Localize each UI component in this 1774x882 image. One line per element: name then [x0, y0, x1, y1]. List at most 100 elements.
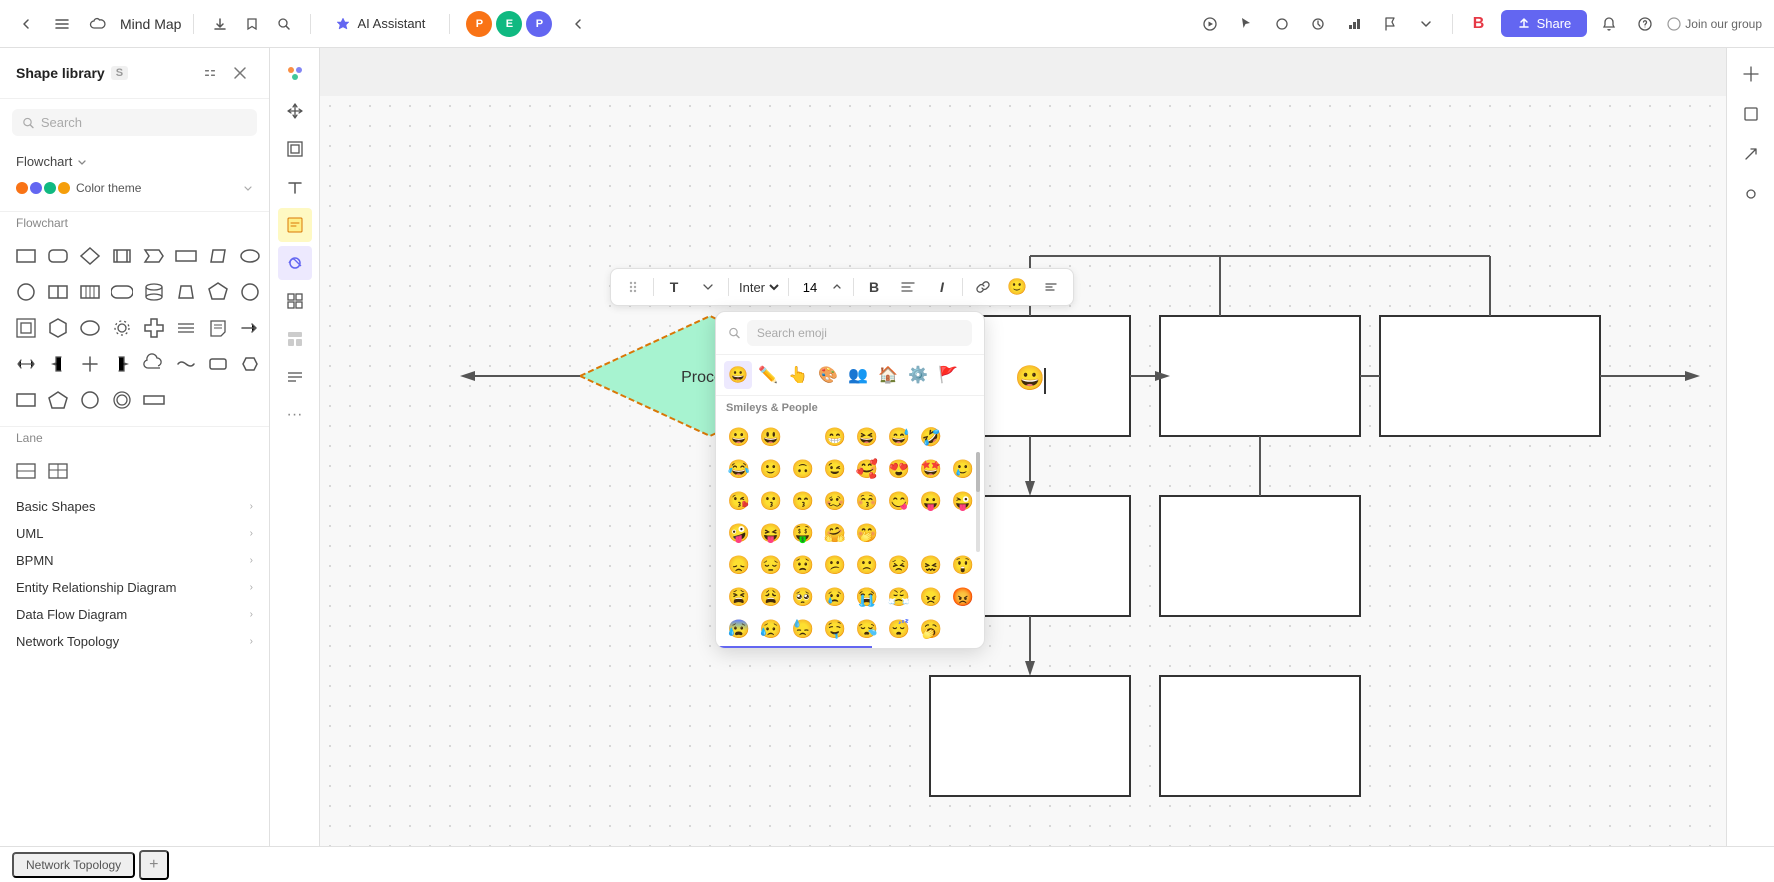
emoji-yawn[interactable]: 🥱 [916, 614, 946, 644]
emoji-persevere[interactable]: 😣 [884, 550, 914, 580]
search-button[interactable] [270, 10, 298, 38]
shape-split-rect[interactable] [44, 278, 72, 306]
shape-trapezoid[interactable] [172, 278, 200, 306]
cloud-icon[interactable] [84, 10, 112, 38]
emoji-steam[interactable]: 😤 [884, 582, 914, 612]
download-button[interactable] [206, 10, 234, 38]
emoji-cry[interactable]: 😢 [820, 582, 850, 612]
shape-pentagon[interactable] [204, 278, 232, 306]
shape-bracket-right[interactable] [108, 350, 136, 378]
network-item[interactable]: Network Topology › [0, 628, 269, 655]
shape-circle[interactable] [12, 278, 40, 306]
shape-arrow-right[interactable] [236, 314, 264, 342]
emoji-squinting[interactable]: 😆 [852, 422, 882, 452]
emoji-tongue[interactable]: 😛 [916, 486, 946, 516]
dropdown-button[interactable] [1412, 10, 1440, 38]
share-button[interactable]: Share [1501, 10, 1588, 37]
drag-handle-button[interactable] [619, 273, 647, 301]
join-group-link[interactable]: Join our group [1667, 17, 1762, 31]
emoji-slightly-frown[interactable]: 🙁 [852, 550, 882, 580]
font-dropdown-button[interactable] [694, 273, 722, 301]
add-tab-button[interactable]: + [139, 850, 168, 880]
color-palette-button[interactable] [278, 56, 312, 90]
emoji-cat-hand[interactable]: ✏️ [754, 361, 782, 389]
lines-button[interactable] [278, 360, 312, 394]
emoji-grinning[interactable]: 😀 [724, 422, 754, 452]
menu-button[interactable] [48, 10, 76, 38]
emoji-slight-smile[interactable]: 🙂 [756, 454, 786, 484]
document-title[interactable]: Mind Map [120, 16, 181, 32]
emoji-confused[interactable]: 😕 [820, 550, 850, 580]
emoji-sleepy[interactable]: 😪 [852, 614, 882, 644]
erd-item[interactable]: Entity Relationship Diagram › [0, 574, 269, 601]
shape-bracket-left[interactable] [44, 350, 72, 378]
top-right-box2[interactable] [1380, 316, 1600, 436]
right-toolbar-btn-3[interactable] [1733, 136, 1769, 172]
emoji-sweat-smile[interactable]: 😅 [884, 422, 914, 452]
shape-wide2[interactable] [140, 386, 168, 414]
emoji-sweat[interactable]: 😓 [788, 614, 818, 644]
emoji-sleeping[interactable]: 😴 [884, 614, 914, 644]
shape-cloud[interactable] [140, 350, 168, 378]
tab-network-topology[interactable]: Network Topology [12, 852, 135, 878]
pen-button[interactable] [278, 246, 312, 280]
emoji-wink[interactable]: 😉 [820, 454, 850, 484]
emoji-zany[interactable]: 🤪 [724, 518, 754, 548]
bottom-left-box[interactable] [930, 676, 1130, 796]
middle-right-box[interactable] [1160, 496, 1360, 616]
emoji-grin[interactable]: 😃 [756, 422, 786, 452]
flag-button[interactable] [1376, 10, 1404, 38]
dfd-item[interactable]: Data Flow Diagram › [0, 601, 269, 628]
shape-plus[interactable] [76, 350, 104, 378]
emoji-kissing[interactable]: 😙 [788, 486, 818, 516]
shape-sun[interactable] [108, 314, 136, 342]
emoji-heart-eyes[interactable]: 🥰 [852, 454, 882, 484]
emoji-star-eyes[interactable]: 😍 [884, 454, 914, 484]
emoji-smiling-tear[interactable]: 😗 [756, 486, 786, 516]
text-button[interactable] [278, 170, 312, 204]
shape-circle2[interactable] [236, 278, 264, 306]
shape-double-arrow[interactable] [12, 350, 40, 378]
emoji-money[interactable]: 🤑 [788, 518, 818, 548]
emoji-starstruck[interactable]: 🤩 [916, 454, 946, 484]
shape-circle3[interactable] [76, 386, 104, 414]
emoji-pleading[interactable]: 🥺 [788, 582, 818, 612]
sidebar-settings-button[interactable] [197, 60, 223, 86]
shape-rounded-sides[interactable] [108, 278, 136, 306]
shape-rect-sides[interactable] [108, 242, 136, 270]
canvas-area[interactable]: Process 😀 [320, 96, 1726, 882]
shape-table[interactable] [44, 457, 72, 485]
right-toolbar-btn-1[interactable] [1733, 56, 1769, 92]
emoji-search-input[interactable] [747, 320, 972, 346]
shape-ellipse[interactable] [236, 242, 264, 270]
link-button[interactable] [969, 273, 997, 301]
collapse-sidebar-button[interactable] [564, 10, 592, 38]
ai-assistant-button[interactable]: AI Assistant [323, 12, 437, 36]
bell-button[interactable] [1595, 10, 1623, 38]
emoji-kissing-closed[interactable]: 😚 [852, 486, 882, 516]
emoji-kiss-heart[interactable]: 😘 [724, 486, 754, 516]
emoji-upside-down[interactable]: 🙃 [788, 454, 818, 484]
emoji-shush[interactable]: 🤭 [852, 518, 882, 548]
emoji-hearts[interactable]: 🥲 [948, 454, 978, 484]
emoji-cat-objects[interactable]: ⚙️ [904, 361, 932, 389]
emoji-button[interactable]: 🙂 [1003, 273, 1031, 301]
bookmark-button[interactable] [238, 10, 266, 38]
shape-rect-outline[interactable] [12, 386, 40, 414]
emoji-anxious[interactable]: 😰 [724, 614, 754, 644]
shape-double-circle[interactable] [108, 386, 136, 414]
font-family-select[interactable]: Inter [735, 279, 782, 296]
emoji-woozy[interactable]: 🥴 [820, 486, 850, 516]
top-right-box[interactable] [1160, 316, 1360, 436]
back-button[interactable] [12, 10, 40, 38]
font-t-button[interactable]: T [660, 273, 688, 301]
clock-button[interactable] [1304, 10, 1332, 38]
shape-wave[interactable] [172, 350, 200, 378]
sidebar-close-button[interactable] [227, 60, 253, 86]
shape-rounded-rect[interactable] [44, 242, 72, 270]
emoji-sob[interactable]: 😭 [852, 582, 882, 612]
template-button[interactable] [278, 322, 312, 356]
sticky-note-button[interactable] [278, 208, 312, 242]
emoji-cat-activities[interactable]: 🎨 [814, 361, 842, 389]
emoji-winktongue[interactable]: 😜 [948, 486, 978, 516]
